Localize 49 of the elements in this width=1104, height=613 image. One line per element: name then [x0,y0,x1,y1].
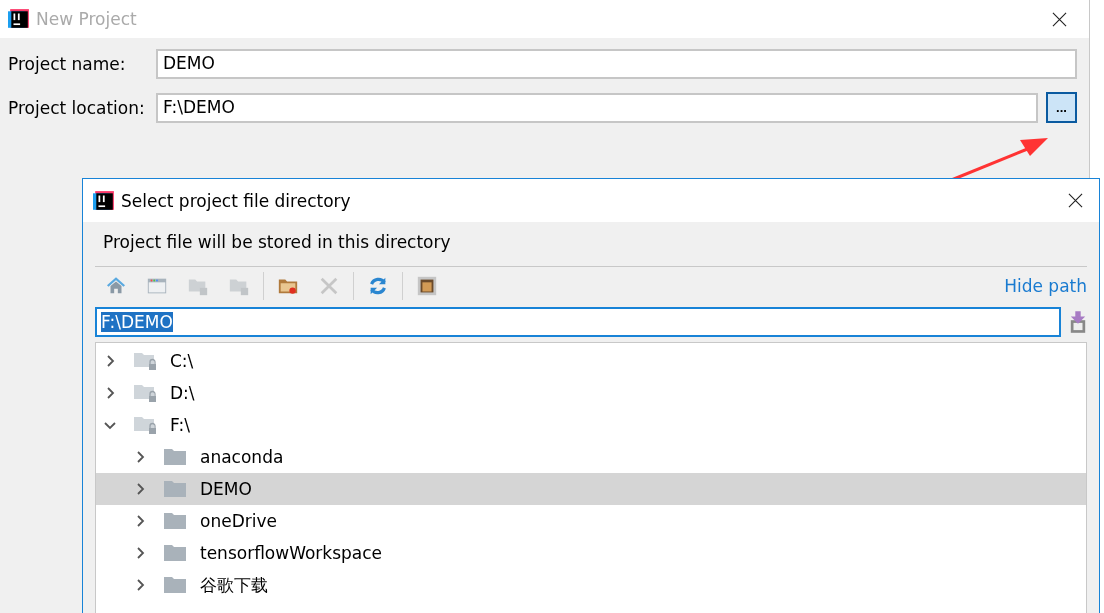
chevron-right-icon[interactable] [134,483,146,495]
chevron-right-icon[interactable] [104,355,116,367]
tree-item-label: C:\ [170,351,194,371]
chevron-right-icon[interactable] [134,547,146,559]
refresh-icon[interactable] [367,275,389,297]
hide-path-link[interactable]: Hide path [1004,276,1087,296]
app-logo-icon [8,8,30,30]
text-field[interactable]: DEMO [156,49,1077,79]
path-field[interactable]: F:\DEMO [95,307,1061,337]
close-icon[interactable] [1068,193,1083,208]
dialog-title: Select project file directory [121,190,351,211]
app-logo-icon [93,189,115,212]
field-label: Project name: [8,54,127,74]
tree-item-label: 谷歌下载 [200,573,268,597]
tree-row[interactable]: tensorflowWorkspace [96,537,1086,569]
selected-tree-row[interactable]: DEMO [96,473,1086,505]
folder-icon [164,479,188,499]
drive-lock-icon [134,415,158,435]
tree-row[interactable]: D:\ [96,377,1086,409]
download-icon[interactable] [1069,311,1087,333]
chevron-right-icon[interactable] [104,387,116,399]
description-text: Project file will be stored in this directory [102,232,452,254]
hidden-files-icon[interactable] [416,275,438,297]
folder-icon [164,575,188,595]
tree-item-label: DEMO [200,479,252,499]
tree-row[interactable]: C:\ [96,345,1086,377]
field-label: Project location: [8,97,146,118]
tree-row[interactable]: F:\ [96,409,1086,441]
tree-item-label: anaconda [200,447,284,467]
chevron-right-icon[interactable] [134,579,146,591]
tree-row[interactable]: oneDrive [96,505,1086,537]
tree-item-label: F:\ [170,415,190,435]
text-field[interactable]: F:\DEMO [156,92,1038,123]
folder-icon [164,543,188,563]
drive-lock-icon [134,351,158,371]
folder-icon [164,511,188,531]
tree-row[interactable]: 谷歌下载 [96,569,1086,601]
tree-item-label: oneDrive [200,511,277,531]
browse-button[interactable]: ... [1046,92,1077,123]
tree-item-label: tensorflowWorkspace [200,543,383,563]
window-title: New Project [36,9,137,29]
drive-lock-icon [134,383,158,403]
close-icon[interactable] [1052,11,1067,27]
tree-row[interactable]: anaconda [96,441,1086,473]
chevron-right-icon[interactable] [134,515,146,527]
chevron-down-icon[interactable] [104,419,116,431]
chevron-right-icon[interactable] [134,451,146,463]
tree-item-label: D:\ [170,383,195,403]
folder-icon [164,447,188,467]
